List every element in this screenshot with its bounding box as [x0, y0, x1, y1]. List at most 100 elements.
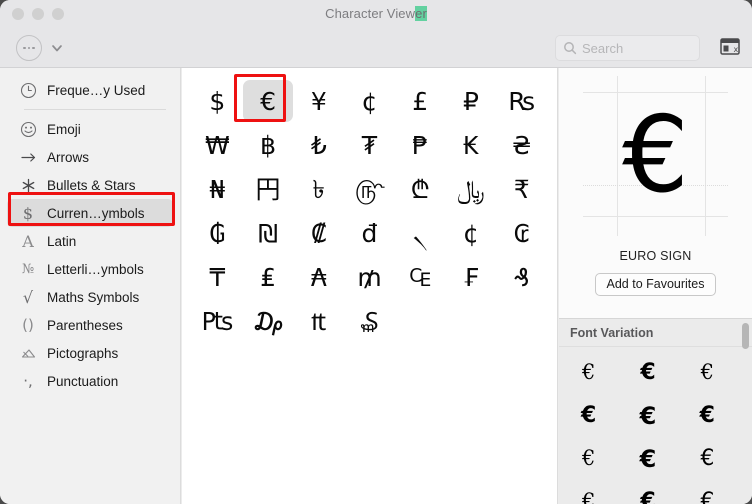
character-cell[interactable]: ₲: [192, 212, 243, 254]
font-variation-cell[interactable]: €: [678, 394, 737, 437]
sidebar-item-bullets-and-stars[interactable]: Bullets & Stars: [7, 171, 173, 199]
search-placeholder: Search: [582, 40, 624, 56]
glyph-preview: €: [559, 68, 752, 243]
sidebar-item-label: Parentheses: [47, 317, 123, 333]
character-cell[interactable]: ฿: [243, 124, 294, 166]
sidebar-item-punctuation[interactable]: ·, Punctuation: [7, 367, 173, 395]
character-cell[interactable]: ₮: [344, 124, 395, 166]
character-cell[interactable]: ₤: [243, 256, 294, 298]
font-variation-cell[interactable]: €: [618, 394, 677, 437]
options-ellipsis-button[interactable]: [16, 35, 42, 61]
character-viewer-window: Character Viewer Search x Freque…y Used …: [0, 0, 752, 504]
character-cell[interactable]: ₨: [496, 80, 547, 122]
character-cell[interactable]: ﷼: [446, 168, 497, 210]
sidebar-item-label: Bullets & Stars: [47, 177, 136, 193]
character-cell[interactable]: ₸: [192, 256, 243, 298]
font-variation-grid: € € € € € € € € € € € €: [559, 347, 737, 504]
asterisk-icon: [18, 175, 38, 195]
character-cell[interactable]: ₩: [192, 124, 243, 166]
parentheses-icon: (): [22, 316, 34, 334]
font-variation-cell[interactable]: €: [618, 351, 677, 394]
character-palette-icon[interactable]: x: [720, 38, 740, 55]
character-cell[interactable]: ¢: [344, 80, 395, 122]
character-cell[interactable]: €: [242, 80, 294, 122]
sidebar-item-parentheses[interactable]: () Parentheses: [7, 311, 173, 339]
sidebar-item-label: Arrows: [47, 149, 90, 165]
character-grid-pane: $ € ¥ ¢ £ ₽ ₨ ₩ ฿ ₺ ₮ ₱ ₭ ₴ ₦ 円 ৳ ௹ ₾ ﷼ ₹ ₲ ₪ ₡ đ ৲ ¢ ₢ ₸ ₤ ₳ ₥ ₠ ₣ ₰ ₧ ₯ ₶ ₷: [182, 68, 558, 504]
character-cell[interactable]: ৲: [395, 212, 446, 254]
zoom-button[interactable]: [52, 8, 64, 20]
font-variation-cell[interactable]: €: [678, 480, 737, 504]
minimize-button[interactable]: [32, 8, 44, 20]
character-cell[interactable]: ₳: [293, 256, 344, 298]
font-variation-cell[interactable]: €: [678, 351, 737, 394]
window-title: Character Viewer: [0, 6, 752, 21]
character-cell[interactable]: ₥: [344, 256, 395, 298]
character-cell[interactable]: ₺: [293, 124, 344, 166]
character-cell[interactable]: ₷: [344, 300, 395, 342]
character-cell[interactable]: đ: [344, 212, 395, 254]
clock-icon: [18, 80, 38, 100]
character-cell[interactable]: ₢: [496, 212, 547, 254]
character-cell[interactable]: ₯: [243, 300, 294, 342]
sidebar-item-label: Freque…y Used: [47, 82, 146, 98]
character-cell[interactable]: 円: [243, 168, 294, 210]
sidebar-item-maths-symbols[interactable]: √ Maths Symbols: [7, 283, 173, 311]
font-variation-title: Font Variation: [559, 319, 752, 347]
character-cell[interactable]: ₧: [192, 300, 243, 342]
close-button[interactable]: [12, 8, 24, 20]
character-cell[interactable]: ₰: [496, 256, 547, 298]
character-cell[interactable]: ₽: [446, 80, 497, 122]
glyph-name-label: EURO SIGN: [619, 249, 692, 263]
character-grid: $ € ¥ ¢ £ ₽ ₨ ₩ ฿ ₺ ₮ ₱ ₭ ₴ ₦ 円 ৳ ௹ ₾ ﷼ ₹ ₲ ₪ ₡ đ ৲ ¢ ₢ ₸ ₤ ₳ ₥ ₠ ₣ ₰ ₧ ₯ ₶ ₷: [192, 80, 547, 342]
sidebar-item-emoji[interactable]: Emoji: [7, 115, 173, 143]
character-cell[interactable]: ¢: [446, 212, 497, 254]
sidebar-item-arrows[interactable]: Arrows: [7, 143, 173, 171]
svg-text:x: x: [734, 45, 739, 54]
font-variation-cell[interactable]: €: [559, 351, 618, 394]
character-cell[interactable]: ₡: [293, 212, 344, 254]
arrow-right-icon: [18, 147, 38, 167]
sidebar-item-frequently-used[interactable]: Freque…y Used: [7, 76, 173, 104]
content-area: Freque…y Used Emoji Arrows Bullets & Sta…: [0, 68, 752, 504]
search-input[interactable]: Search: [555, 35, 700, 61]
numero-icon: №: [21, 261, 35, 277]
character-cell[interactable]: ৳: [293, 168, 344, 210]
chevron-down-icon[interactable]: [50, 41, 64, 55]
character-cell[interactable]: £: [395, 80, 446, 122]
window-title-highlight: er: [415, 6, 427, 21]
sidebar-item-currency-symbols[interactable]: $ Curren…ymbols: [7, 199, 173, 227]
preview-glyph-character: €: [622, 94, 689, 216]
font-variation-cell[interactable]: €: [559, 394, 618, 437]
character-cell[interactable]: ₹: [496, 168, 547, 210]
ellipsis-dot: [23, 46, 26, 50]
category-sidebar: Freque…y Used Emoji Arrows Bullets & Sta…: [0, 68, 181, 504]
character-cell[interactable]: ₾: [395, 168, 446, 210]
font-variation-cell[interactable]: €: [618, 480, 677, 504]
font-variation-cell[interactable]: €: [618, 437, 677, 480]
toolbar: Search x: [0, 28, 752, 68]
sidebar-item-label: Punctuation: [47, 373, 119, 389]
smiley-icon: [18, 119, 38, 139]
scrollbar-thumb[interactable]: [742, 323, 749, 349]
character-cell[interactable]: ௹: [344, 168, 395, 210]
sidebar-item-latin[interactable]: A Latin: [7, 227, 173, 255]
character-cell[interactable]: ¥: [293, 80, 344, 122]
character-cell[interactable]: ₶: [293, 300, 344, 342]
ellipsis-dot: [27, 46, 31, 50]
font-variation-cell[interactable]: €: [559, 437, 618, 480]
character-cell[interactable]: ₴: [496, 124, 547, 166]
sidebar-item-pictographs[interactable]: Pictographs: [7, 339, 173, 367]
font-variation-cell[interactable]: €: [678, 437, 737, 480]
add-to-favourites-button[interactable]: Add to Favourites: [594, 273, 717, 296]
character-cell[interactable]: ₪: [243, 212, 294, 254]
character-cell[interactable]: ₱: [395, 124, 446, 166]
font-variation-cell[interactable]: €: [559, 480, 618, 504]
character-cell[interactable]: ₦: [192, 168, 243, 210]
character-cell[interactable]: ₭: [446, 124, 497, 166]
character-cell[interactable]: ₠: [395, 256, 446, 298]
character-cell[interactable]: $: [192, 80, 243, 122]
sidebar-item-letterlike-symbols[interactable]: № Letterli…ymbols: [7, 255, 173, 283]
font-variation-scrollbar[interactable]: [742, 323, 749, 501]
character-cell[interactable]: ₣: [446, 256, 497, 298]
